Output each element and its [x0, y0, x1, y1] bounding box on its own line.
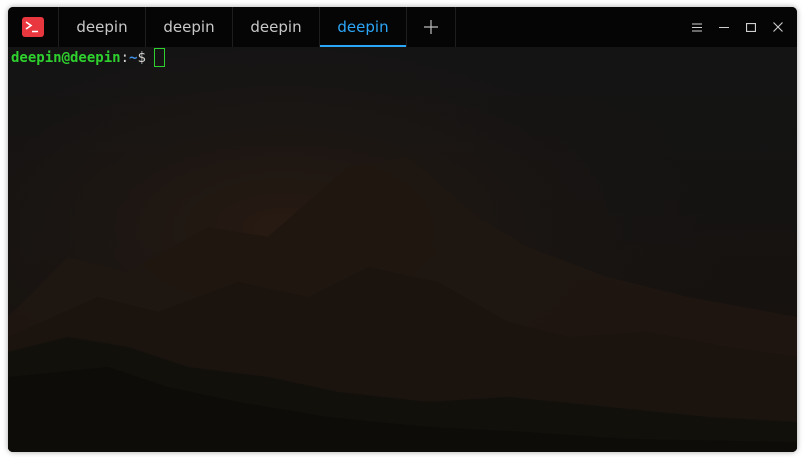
prompt-user-host: deepin@deepin	[11, 49, 121, 66]
tab-label: deepin	[250, 18, 302, 36]
minimize-button[interactable]	[710, 7, 737, 47]
hamburger-menu-icon	[691, 23, 702, 31]
close-icon	[772, 22, 783, 32]
prompt-symbol: $	[137, 49, 146, 66]
prompt-line: deepin@deepin: ~ $	[11, 48, 165, 67]
tab-label: deepin	[337, 18, 389, 36]
prompt-path: ~	[129, 49, 138, 66]
new-tab-button[interactable]	[407, 7, 456, 47]
menu-button[interactable]	[683, 7, 710, 47]
window-controls	[683, 7, 797, 47]
tab-bar: deepin deepin deepin deepin	[59, 7, 456, 47]
tab-label: deepin	[163, 18, 215, 36]
maximize-button[interactable]	[737, 7, 764, 47]
maximize-icon	[745, 22, 756, 32]
tab-4-active[interactable]: deepin	[320, 7, 407, 47]
title-bar: deepin deepin deepin deepin	[8, 7, 797, 47]
terminal-icon	[22, 17, 44, 37]
plus-icon	[424, 20, 438, 34]
terminal-area[interactable]: deepin@deepin: ~ $	[8, 47, 797, 452]
text-cursor	[153, 48, 165, 67]
mountain-wallpaper	[8, 47, 797, 452]
close-button[interactable]	[764, 7, 791, 47]
tab-2[interactable]: deepin	[146, 7, 233, 47]
tab-1[interactable]: deepin	[59, 7, 146, 47]
terminal-window: deepin deepin deepin deepin deepin@deepi…	[8, 7, 797, 452]
tab-label: deepin	[76, 18, 128, 36]
tab-3[interactable]: deepin	[233, 7, 320, 47]
app-icon-container	[8, 7, 59, 47]
minimize-icon	[718, 26, 729, 28]
prompt-separator: :	[120, 49, 130, 66]
